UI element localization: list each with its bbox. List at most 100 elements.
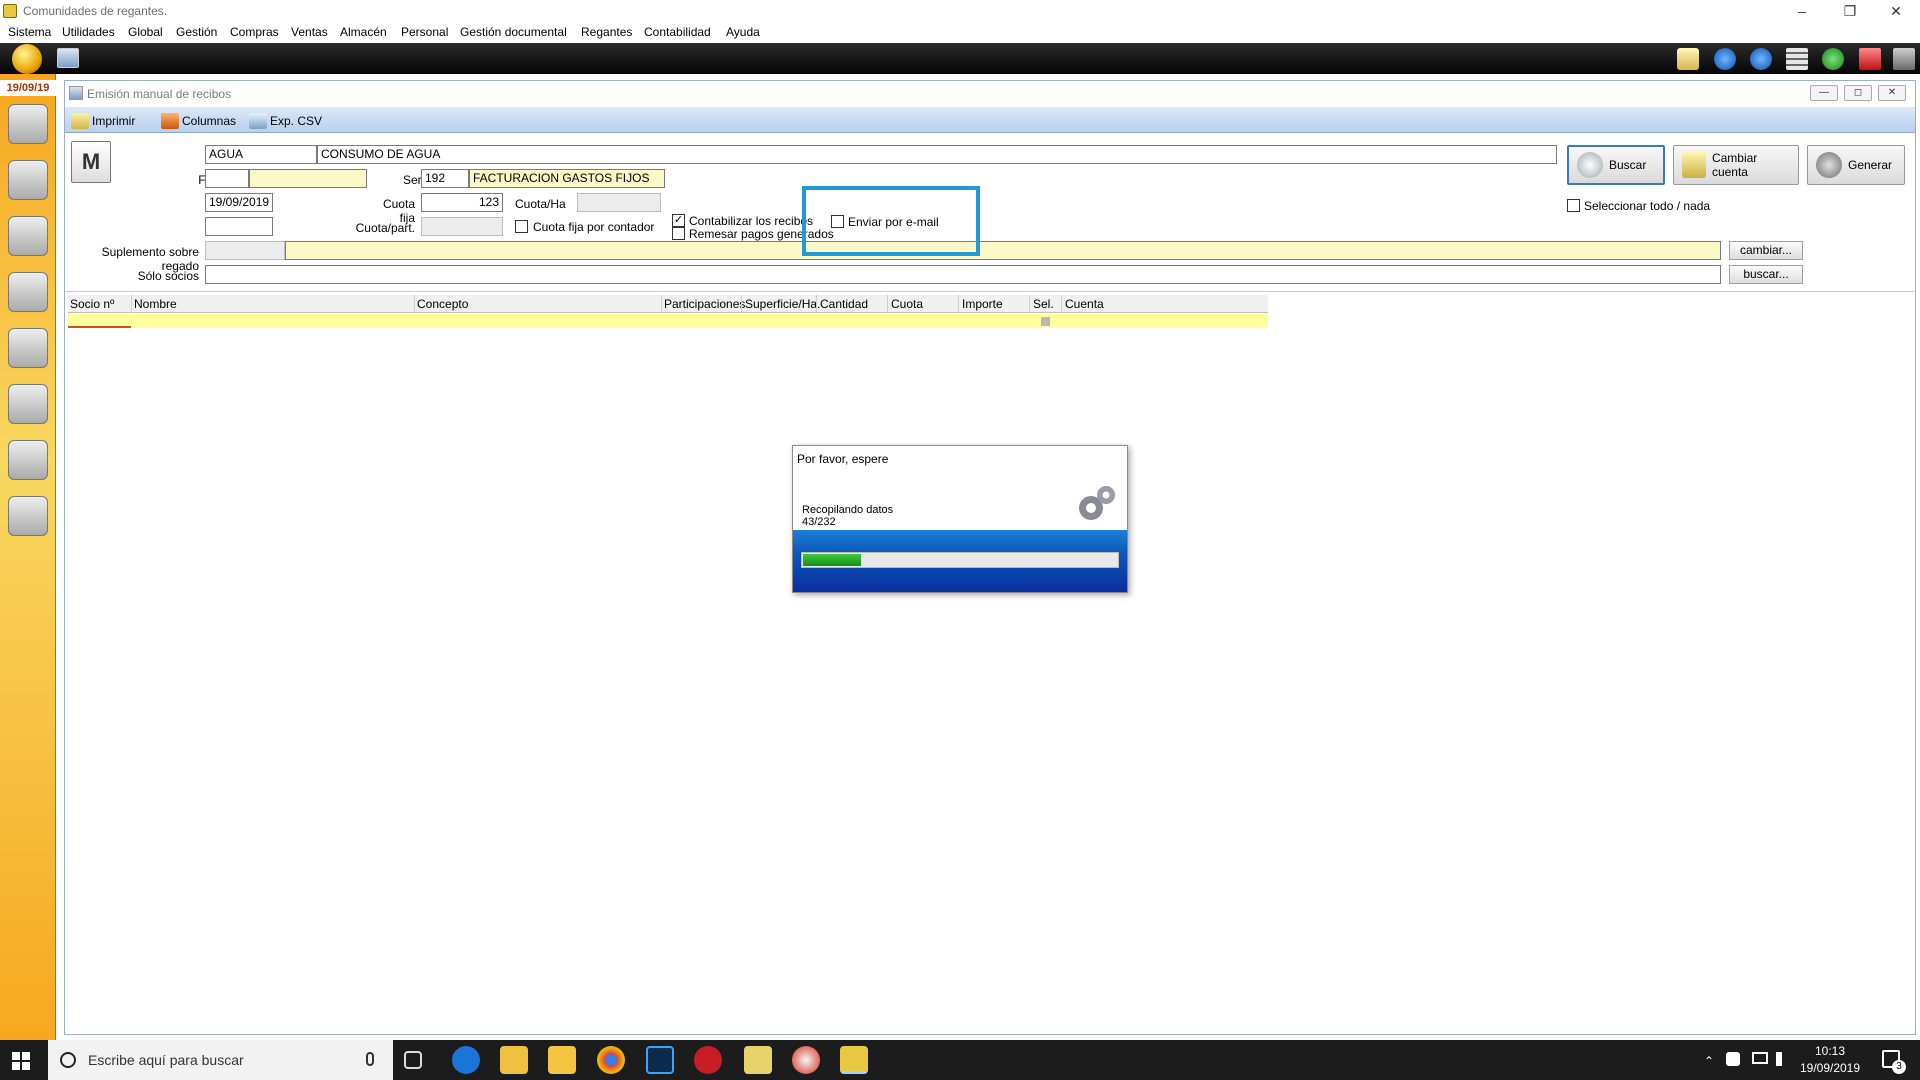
window-minimize-button[interactable]: — <box>1810 85 1838 101</box>
menu-ayuda[interactable]: Ayuda <box>726 25 760 39</box>
col-concepto[interactable]: Concepto <box>417 297 468 311</box>
col-participaciones[interactable]: Participaciones <box>664 297 745 311</box>
menu-utilidades[interactable]: Utilidades <box>62 25 115 39</box>
restore-button[interactable]: ❐ <box>1828 0 1872 22</box>
receipts-icon[interactable] <box>8 496 48 536</box>
menu-almacen[interactable]: Almacén <box>340 25 387 39</box>
buscar-button[interactable]: Buscar <box>1567 145 1665 185</box>
col-cuenta[interactable]: Cuenta <box>1065 297 1104 311</box>
tools-icon[interactable] <box>1893 48 1915 70</box>
col-cantidad[interactable]: Cantidad <box>820 297 868 311</box>
window-close-button[interactable]: ✕ <box>1878 85 1906 101</box>
col-nombre[interactable]: Nombre <box>134 297 177 311</box>
wait-dialog-status: Recopilando datos <box>802 504 894 516</box>
close-app-icon[interactable] <box>1859 48 1881 70</box>
dropbox-icon[interactable] <box>1726 1052 1740 1066</box>
mail-icon[interactable] <box>1677 48 1699 70</box>
col-sel[interactable]: Sel. <box>1033 297 1054 311</box>
binary-icon[interactable] <box>8 272 48 312</box>
microphone-icon[interactable] <box>366 1052 374 1066</box>
window-maximize-button[interactable]: ◻ <box>1844 85 1872 101</box>
col-superficie[interactable]: Superficie/Ha. <box>745 297 820 311</box>
columns-button[interactable]: Columnas <box>161 112 236 130</box>
menu-ventas[interactable]: Ventas <box>291 25 328 39</box>
binary-data-icon[interactable] <box>8 328 48 368</box>
forma-pago-code-field[interactable] <box>205 169 249 188</box>
forward-arrow-icon[interactable] <box>1750 48 1772 70</box>
mail-app-icon[interactable] <box>500 1046 528 1074</box>
receipts-window-icon[interactable] <box>57 48 79 68</box>
generar-button[interactable]: Generar <box>1807 145 1905 185</box>
windows-list-icon[interactable] <box>1786 48 1808 70</box>
task-view-icon[interactable] <box>404 1051 422 1069</box>
edge-icon[interactable] <box>452 1046 480 1074</box>
menu-global[interactable]: Global <box>128 25 163 39</box>
row-cursor <box>68 326 131 328</box>
concepto-code-field[interactable]: AGUA <box>205 145 317 164</box>
volume-icon[interactable] <box>1776 1052 1790 1066</box>
seleccionar-todo-label: Seleccionar todo / nada <box>1584 199 1711 213</box>
row-select-box[interactable] <box>1041 317 1050 326</box>
buscar-socios-button[interactable]: buscar... <box>1729 265 1803 284</box>
tasks-icon[interactable] <box>8 160 48 200</box>
app-title-bar: Comunidades de regantes. – ❐ ✕ <box>0 0 1920 23</box>
serie-description-field: FACTURACION GASTOS FIJOS <box>469 169 665 188</box>
grid-row-empty[interactable] <box>68 314 1268 328</box>
cambiar-button[interactable]: cambiar... <box>1729 241 1803 260</box>
emision-date-field[interactable]: 19/09/2019 <box>205 193 273 212</box>
window-icon <box>69 86 83 100</box>
close-button[interactable]: ✕ <box>1874 0 1918 22</box>
photoshop-icon[interactable] <box>646 1046 674 1074</box>
sidebar: 19/09/19 <box>0 74 56 1040</box>
user-icon[interactable] <box>8 216 48 256</box>
taskbar-search[interactable]: Escribe aquí para buscar <box>48 1040 393 1080</box>
export-csv-button[interactable]: Exp. CSV <box>249 112 322 130</box>
app-icon <box>3 4 17 18</box>
forzar-vto-field[interactable] <box>205 217 273 236</box>
back-arrow-icon[interactable] <box>1714 48 1736 70</box>
serie-code-field[interactable]: 192 <box>421 169 469 188</box>
minimize-button[interactable]: – <box>1780 0 1824 22</box>
receipts-grid: Socio nº Nombre Concepto Participaciones… <box>66 291 1914 1031</box>
cuota-fija-contador-checkbox[interactable] <box>515 220 528 233</box>
rx-app-icon[interactable] <box>694 1046 722 1074</box>
file-explorer-icon[interactable] <box>548 1046 576 1074</box>
solo-socios-field[interactable] <box>205 265 1721 284</box>
menu-contabilidad[interactable]: Contabilidad <box>644 25 711 39</box>
cuota-fija-contador-label: Cuota fija por contador <box>533 220 655 234</box>
cambiar-cuenta-button[interactable]: Cambiar cuenta <box>1673 145 1799 185</box>
chrome-icon[interactable] <box>597 1046 625 1074</box>
contacts-icon[interactable] <box>8 384 48 424</box>
network-icon[interactable] <box>1752 1052 1768 1064</box>
menu-compras[interactable]: Compras <box>230 25 279 39</box>
database-icon[interactable] <box>8 440 48 480</box>
col-cuota[interactable]: Cuota <box>891 297 923 311</box>
help-icon[interactable] <box>1822 48 1844 70</box>
cuota-fija-field[interactable]: 123 <box>421 193 503 212</box>
col-importe[interactable]: Importe <box>962 297 1003 311</box>
menu-regantes[interactable]: Regantes <box>581 25 632 39</box>
wait-dialog: Por favor, espere Recopilando datos 43/2… <box>792 445 1128 593</box>
menu-gestion-documental[interactable]: Gestión documental <box>460 25 567 39</box>
windows-start-icon[interactable] <box>12 1052 30 1070</box>
menu-sistema[interactable]: Sistema <box>8 25 51 39</box>
print-button[interactable]: Imprimir <box>71 112 135 130</box>
app-title: Comunidades de regantes. <box>23 4 168 18</box>
clock-time[interactable]: 10:13 <box>1800 1044 1860 1058</box>
menu-personal[interactable]: Personal <box>401 25 448 39</box>
chevron-up-icon[interactable]: ⌃ <box>1704 1054 1714 1068</box>
members-icon[interactable] <box>8 104 48 144</box>
clock-date[interactable]: 19/09/2019 <box>1796 1061 1864 1075</box>
regantes-app-icon[interactable] <box>840 1046 868 1074</box>
seleccionar-todo-checkbox[interactable] <box>1567 199 1580 212</box>
contabilizar-checkbox[interactable]: ✓ <box>672 214 685 227</box>
home-orb-icon[interactable] <box>12 44 42 74</box>
menu-gestion[interactable]: Gestión <box>176 25 217 39</box>
app-icon-1[interactable] <box>744 1046 772 1074</box>
search-icon <box>1577 152 1603 178</box>
concepto-description-field[interactable]: CONSUMO DE AGUA <box>317 145 1557 164</box>
col-socio[interactable]: Socio nº <box>70 297 114 311</box>
app-icon-2[interactable] <box>792 1046 820 1074</box>
cuota-part-label: Cuota/part. <box>355 221 415 235</box>
remesar-checkbox[interactable] <box>672 227 685 240</box>
